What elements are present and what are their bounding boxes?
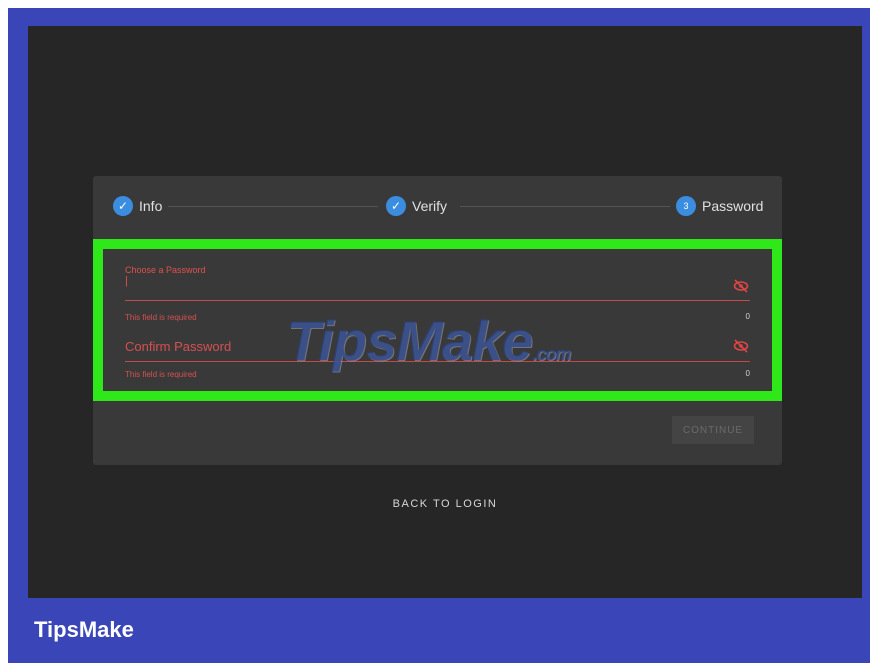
step-label: Verify [412, 198, 448, 214]
check-icon: ✓ [113, 196, 133, 216]
confirm-underline [125, 361, 750, 362]
stepper: ✓ Info ✓ Verify 3 Password [93, 176, 782, 236]
password-counter: 0 [745, 312, 750, 321]
signup-card: ✓ Info ✓ Verify 3 Password Choose a Pass… [93, 176, 782, 465]
step-number: 3 [676, 196, 696, 216]
image-frame: ✓ Info ✓ Verify 3 Password Choose a Pass… [8, 8, 870, 663]
eye-off-icon-svg [733, 279, 749, 293]
step-connector [460, 206, 670, 207]
password-label: Choose a Password [125, 265, 206, 275]
highlight-box: Choose a Password | This field is requir… [93, 239, 782, 401]
step-label: Password [702, 198, 764, 214]
confirm-helper-text: This field is required [125, 370, 197, 379]
step-password: 3 Password [676, 196, 763, 216]
step-verify: ✓ Verify [386, 196, 447, 216]
brand-label: TipsMake [34, 617, 134, 642]
confirm-password-field[interactable]: Confirm Password This field is required … [125, 339, 750, 394]
confirm-password-input[interactable]: Confirm Password [125, 339, 750, 354]
password-underline [125, 300, 750, 301]
password-helper-text: This field is required [125, 313, 197, 322]
password-input[interactable]: | [125, 275, 750, 287]
eye-off-icon[interactable] [732, 339, 750, 353]
step-info: ✓ Info [113, 196, 162, 216]
continue-button[interactable]: CONTINUE [672, 416, 754, 444]
step-connector [168, 206, 378, 207]
back-to-login-link[interactable]: BACK TO LOGIN [28, 498, 862, 510]
eye-off-icon[interactable] [732, 279, 750, 293]
step-label: Info [139, 198, 163, 214]
app-screen: ✓ Info ✓ Verify 3 Password Choose a Pass… [28, 26, 862, 598]
password-field[interactable]: Choose a Password | This field is requir… [125, 265, 750, 335]
check-icon: ✓ [386, 196, 406, 216]
confirm-counter: 0 [745, 369, 750, 378]
eye-off-icon-svg [733, 339, 749, 353]
